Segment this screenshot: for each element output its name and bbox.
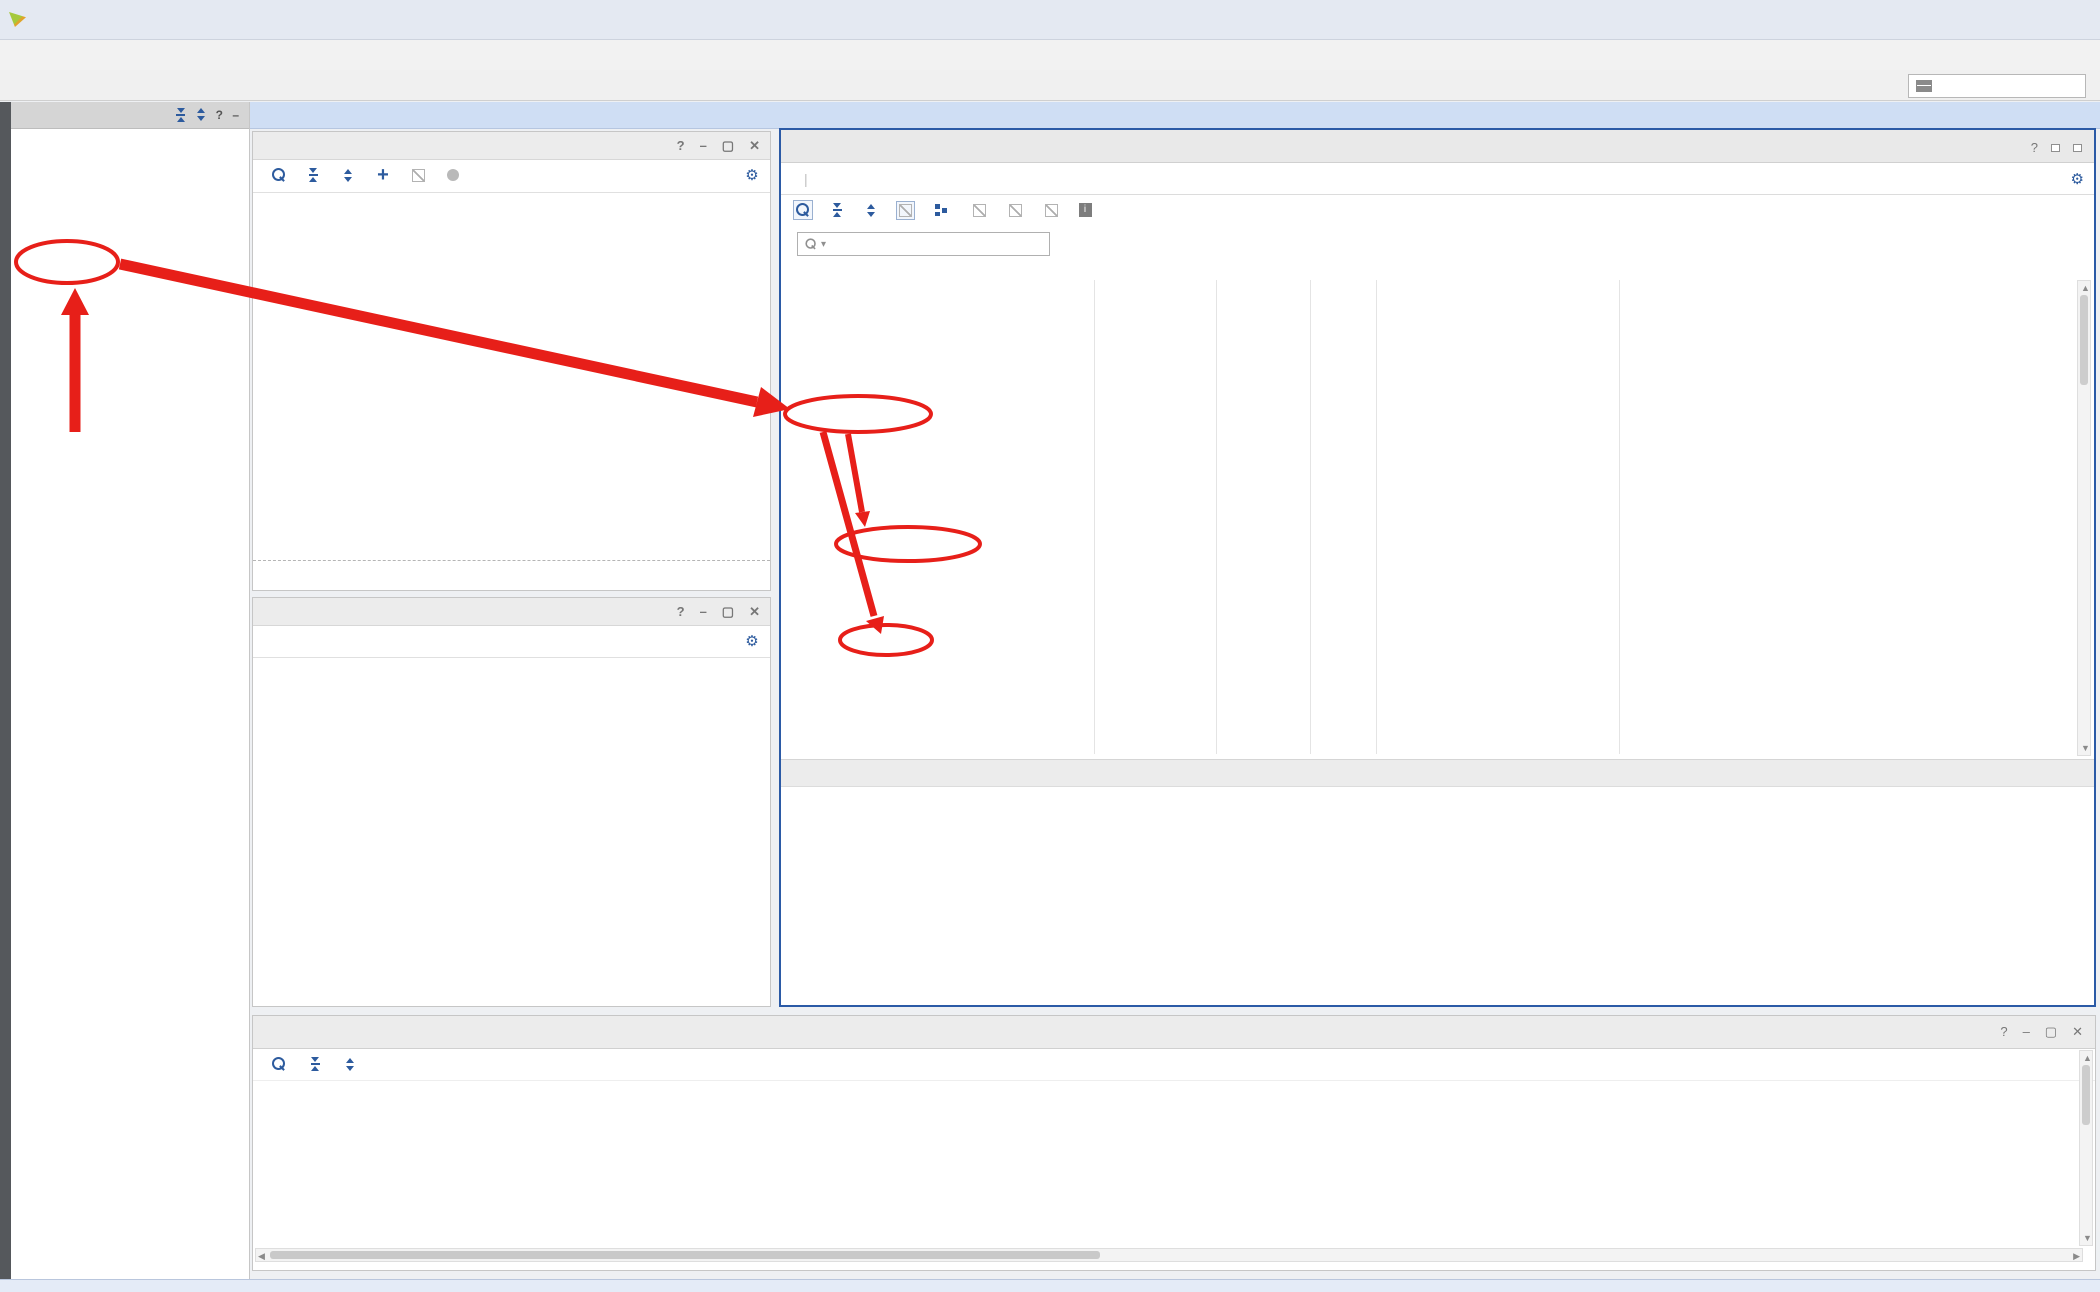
main-toolbar bbox=[0, 70, 2100, 101]
title-bar bbox=[0, 0, 2100, 40]
search-icon[interactable] bbox=[791, 195, 815, 225]
close-icon[interactable]: ✕ bbox=[2072, 1024, 2083, 1040]
license-key-icon bbox=[1003, 195, 1027, 225]
gear-icon[interactable]: ⚙ bbox=[740, 160, 764, 190]
help-icon[interactable]: ? bbox=[677, 138, 685, 154]
float-panel-icon[interactable] bbox=[2051, 144, 2060, 152]
ip-catalog-panel: ? | ⚙ i ▾ ▲ ▼ bbox=[779, 128, 2096, 1007]
collapse-all-icon[interactable] bbox=[825, 195, 849, 225]
ip-search-input[interactable]: ▾ bbox=[797, 232, 1050, 256]
flow-navigator-panel: ? – bbox=[11, 102, 250, 1279]
documentation-icon bbox=[406, 160, 430, 190]
status-bar bbox=[0, 1279, 2100, 1292]
minimize-panel-icon[interactable]: – bbox=[2023, 1024, 2030, 1040]
results-panel: ? – ▢ ✕ ◀ ▶ ▲ ▼ bbox=[252, 1015, 2096, 1271]
sources-header: ? – ▢ ✕ bbox=[253, 132, 770, 160]
search-icon[interactable] bbox=[267, 160, 291, 190]
ip-search-row: ▾ bbox=[781, 228, 2094, 260]
properties-toolbar: ⚙ bbox=[253, 626, 770, 658]
collapse-all-icon[interactable] bbox=[301, 160, 325, 190]
design-runs-toolbar bbox=[253, 1049, 2095, 1081]
help-icon[interactable]: ? bbox=[2000, 1024, 2007, 1040]
customize-ip-icon bbox=[967, 195, 991, 225]
gear-icon[interactable]: ⚙ bbox=[740, 626, 764, 656]
back-arrow-icon[interactable] bbox=[674, 626, 698, 656]
sources-toolbar: + ⚙ bbox=[253, 160, 770, 193]
run-icon bbox=[443, 1049, 467, 1079]
forward-icon bbox=[478, 1049, 502, 1079]
close-icon[interactable]: ✕ bbox=[749, 604, 760, 620]
collapse-all-icon[interactable] bbox=[176, 108, 185, 122]
minimize-panel-icon[interactable]: – bbox=[700, 138, 707, 154]
group-by-icon[interactable] bbox=[929, 195, 953, 225]
expand-all-icon[interactable] bbox=[338, 1049, 362, 1079]
percent-icon[interactable] bbox=[548, 1049, 572, 1079]
expand-all-icon[interactable] bbox=[336, 160, 360, 190]
float-panel-icon[interactable]: ▢ bbox=[2045, 1024, 2057, 1040]
results-vertical-scrollbar[interactable]: ▲ ▼ bbox=[2079, 1050, 2093, 1246]
messages-count bbox=[461, 160, 485, 190]
context-bar bbox=[250, 102, 2100, 129]
search-icon[interactable] bbox=[267, 1049, 291, 1079]
divider: | bbox=[804, 171, 808, 187]
results-tab-strip bbox=[253, 1016, 2095, 1049]
layout-icon bbox=[1917, 81, 1931, 91]
expand-all-icon[interactable] bbox=[197, 108, 205, 121]
forward-arrow-icon[interactable] bbox=[702, 626, 726, 656]
horizontal-scrollbar[interactable]: ◀ ▶ bbox=[255, 1248, 2083, 1262]
rewind-icon bbox=[408, 1049, 432, 1079]
step-back-icon bbox=[373, 1049, 397, 1079]
minimize-button[interactable] bbox=[1959, 0, 2006, 40]
maximize-button[interactable] bbox=[2006, 0, 2053, 40]
sources-panel: ? – ▢ ✕ + ⚙ bbox=[252, 131, 771, 591]
help-icon[interactable]: ? bbox=[216, 108, 223, 122]
float-panel-icon[interactable]: ▢ bbox=[722, 604, 734, 620]
layout-selector[interactable] bbox=[1908, 74, 2086, 98]
minimize-panel-icon[interactable]: – bbox=[232, 108, 239, 122]
sources-tab-strip bbox=[253, 560, 770, 590]
properties-header: ? – ▢ ✕ bbox=[253, 598, 770, 626]
help-icon[interactable]: ? bbox=[2031, 140, 2038, 155]
cores-interfaces-row: | ⚙ bbox=[781, 163, 2094, 195]
minimize-panel-icon[interactable]: – bbox=[700, 604, 707, 620]
chip-icon bbox=[1039, 195, 1063, 225]
float-panel-icon[interactable]: ▢ bbox=[722, 138, 734, 154]
maximize-panel-icon[interactable] bbox=[2073, 144, 2082, 152]
ip-catalog-toolbar: i bbox=[781, 195, 2094, 228]
sidebar-collapse-strip[interactable] bbox=[0, 102, 11, 1279]
add-sources-icon[interactable]: + bbox=[371, 160, 395, 190]
add-run-icon[interactable] bbox=[513, 1049, 537, 1079]
expand-all-icon[interactable] bbox=[859, 195, 883, 225]
collapse-all-icon[interactable] bbox=[303, 1049, 327, 1079]
details-header bbox=[781, 759, 2094, 787]
gear-icon[interactable]: ⚙ bbox=[2071, 170, 2084, 188]
menu-bar bbox=[0, 40, 2100, 70]
close-button[interactable] bbox=[2053, 0, 2100, 40]
editor-tab-strip bbox=[781, 130, 2094, 163]
properties-panel: ? – ▢ ✕ ⚙ bbox=[252, 597, 771, 1007]
close-icon[interactable]: ✕ bbox=[749, 138, 760, 154]
info-icon[interactable]: i bbox=[1073, 195, 1097, 225]
catalog-vertical-scrollbar[interactable]: ▲ ▼ bbox=[2077, 280, 2091, 756]
pin-filter-icon[interactable] bbox=[893, 195, 917, 225]
help-icon[interactable]: ? bbox=[677, 604, 685, 620]
vivado-logo-icon bbox=[9, 12, 26, 27]
flow-navigator-header: ? – bbox=[11, 102, 249, 129]
